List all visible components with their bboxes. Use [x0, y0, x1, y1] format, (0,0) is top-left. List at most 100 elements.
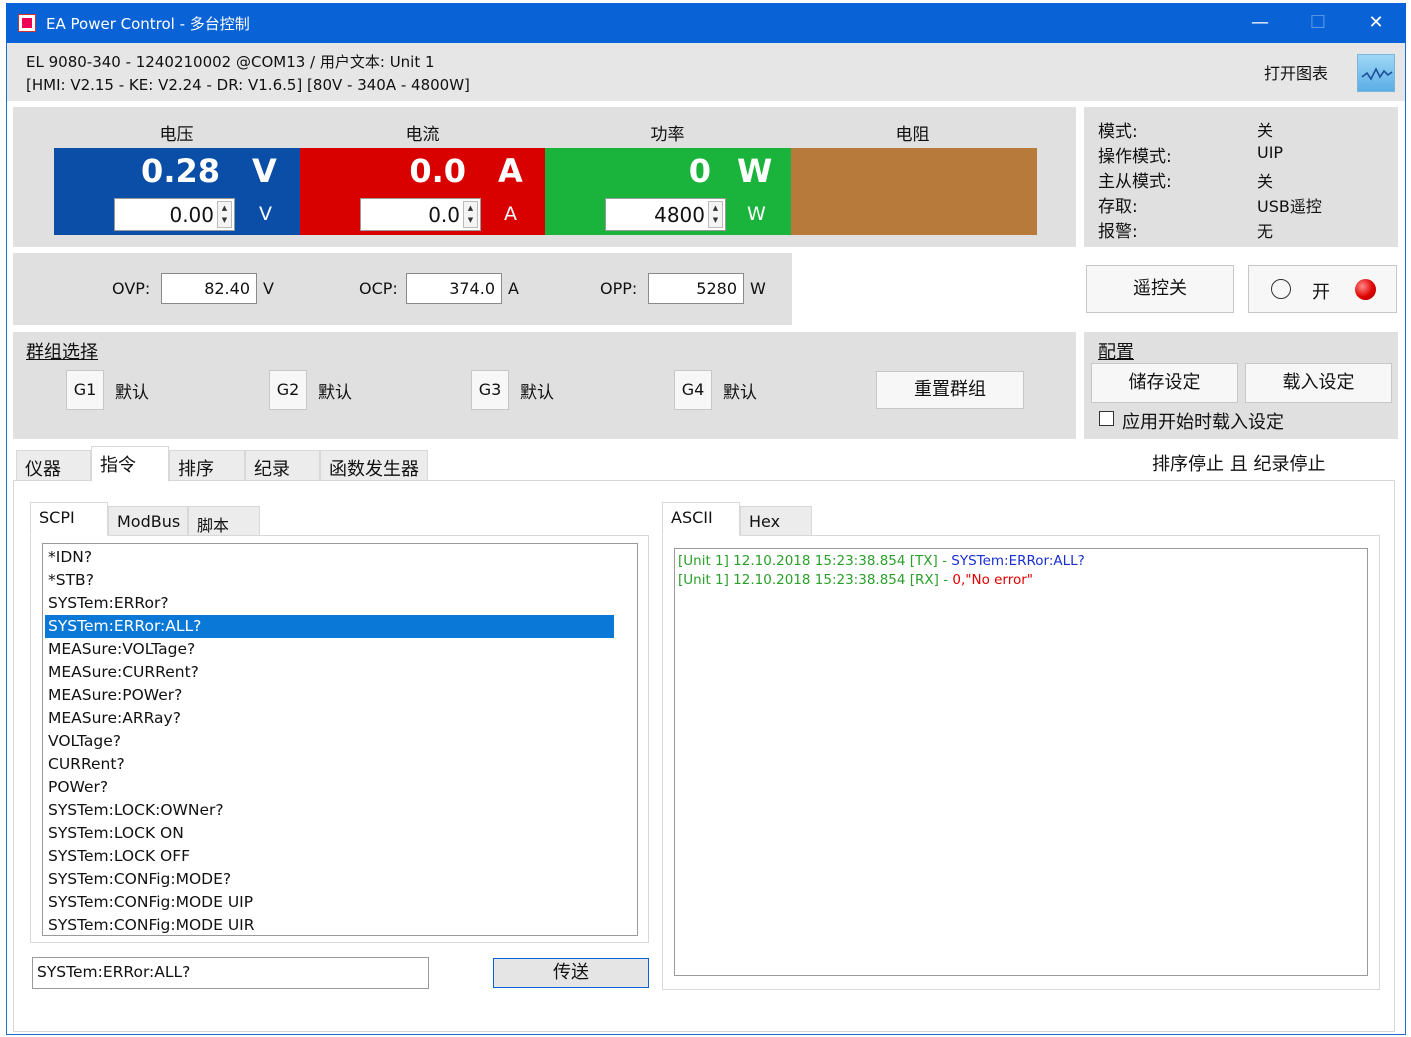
list-item[interactable]: SYSTem:CONFig:MODE?	[45, 868, 614, 891]
run-status-text: 排序停止 且 纪录停止	[1152, 454, 1326, 475]
list-item[interactable]: SYSTem:LOCK ON	[45, 822, 614, 845]
autoload-label: 应用开始时载入设定	[1122, 412, 1284, 433]
ovp-field[interactable]: 82.40	[161, 273, 257, 304]
list-item[interactable]: *IDN?	[45, 546, 614, 569]
list-item[interactable]: SYSTem:LOCK OFF	[45, 845, 614, 868]
current-set-input[interactable]: 0.0 ▲ ▼	[360, 198, 481, 231]
command-list[interactable]: *IDN? *STB? SYSTem:ERRor? SYSTem:ERRor:A…	[42, 543, 638, 936]
master-slave-value: 关	[1257, 172, 1274, 191]
current-unit: A	[498, 152, 523, 190]
power-spin-icon[interactable]: ▲ ▼	[708, 201, 723, 228]
subtab-modbus[interactable]: ModBus	[108, 506, 188, 536]
list-item[interactable]: MEASure:ARRay?	[45, 707, 614, 730]
list-item[interactable]: MEASure:VOLTage?	[45, 638, 614, 661]
list-item[interactable]: CURRent?	[45, 753, 614, 776]
voltage-label: 电压	[159, 125, 194, 145]
current-actual: 0.0	[409, 152, 466, 190]
group-title: 群组选择	[26, 342, 98, 363]
power-label: 功率	[650, 125, 685, 145]
power-set-unit: W	[747, 203, 766, 225]
config-title: 配置	[1098, 342, 1134, 363]
reset-groups-button[interactable]: 重置群组	[876, 371, 1024, 409]
log-message: SYSTem:ERRor:ALL?	[951, 553, 1085, 569]
master-slave-label: 主从模式:	[1098, 172, 1172, 192]
access-value: USB遥控	[1257, 197, 1322, 216]
ocp-label: OCP:	[359, 279, 398, 298]
voltage-unit: V	[252, 152, 277, 190]
send-button[interactable]: 传送	[493, 958, 649, 988]
ovp-label: OVP:	[112, 279, 151, 298]
list-item[interactable]: SYSTem:ERRor?	[45, 592, 614, 615]
log-tab-ascii[interactable]: ASCII	[662, 502, 740, 536]
group-g4-button[interactable]: G4	[674, 370, 712, 410]
opmode-label: 操作模式:	[1098, 147, 1172, 167]
group-g3-button[interactable]: G3	[471, 370, 509, 410]
tab-function-generator[interactable]: 函数发生器	[320, 450, 428, 481]
minimize-button[interactable]: —	[1232, 3, 1288, 43]
output-on-label: 开	[1312, 282, 1330, 303]
group-g2-name: 默认	[318, 383, 352, 403]
list-item[interactable]: SYSTem:LOCK:OWNer?	[45, 799, 614, 822]
list-item[interactable]: SYSTem:CONFig:MODE UIP	[45, 891, 614, 914]
mode-label: 模式:	[1098, 122, 1138, 142]
voltage-display: 0.28 V 0.00 ▲ ▼ V	[54, 148, 300, 235]
output-on-button[interactable]: 开	[1248, 265, 1397, 313]
log-line: [Unit 1] 12.10.2018 15:23:38.854 [RX] - …	[678, 572, 1033, 588]
opp-field[interactable]: 5280	[648, 273, 744, 304]
open-chart-label[interactable]: 打开图表	[1264, 60, 1328, 84]
group-g1-button[interactable]: G1	[66, 370, 104, 410]
load-settings-button[interactable]: 载入设定	[1245, 363, 1392, 403]
command-input[interactable]: SYSTem:ERRor:ALL?	[32, 957, 429, 989]
device-id-text: EL 9080-340 - 1240210002 @COM13 / 用户文本: …	[26, 53, 435, 71]
tab-commands[interactable]: 指令	[91, 446, 169, 482]
subtab-script[interactable]: 脚本	[188, 506, 260, 536]
list-item-selected[interactable]: SYSTem:ERRor:ALL?	[45, 615, 614, 638]
subtab-scpi[interactable]: SCPI	[30, 502, 108, 536]
maximize-button[interactable]: ☐	[1290, 3, 1346, 43]
opmode-value: UIP	[1257, 143, 1284, 162]
group-g1-name: 默认	[115, 383, 149, 403]
current-set-unit: A	[504, 203, 517, 225]
log-line: [Unit 1] 12.10.2018 15:23:38.854 [TX] - …	[678, 553, 1085, 569]
title-bar: EA Power Control - 多台控制 — ☐ ✕	[6, 3, 1406, 43]
save-settings-button[interactable]: 储存设定	[1091, 363, 1238, 403]
log-output[interactable]: [Unit 1] 12.10.2018 15:23:38.854 [TX] - …	[674, 548, 1368, 976]
resistance-display	[791, 148, 1037, 235]
current-set-value: 0.0	[428, 203, 460, 227]
chart-icon[interactable]	[1357, 54, 1395, 92]
group-g2-button[interactable]: G2	[269, 370, 307, 410]
power-set-input[interactable]: 4800 ▲ ▼	[605, 198, 726, 231]
alarm-value: 无	[1257, 222, 1274, 241]
voltage-spin-icon[interactable]: ▲ ▼	[217, 201, 232, 228]
list-item[interactable]: VOLTage?	[45, 730, 614, 753]
list-item[interactable]: MEASure:POWer?	[45, 684, 614, 707]
list-item[interactable]: *STB?	[45, 569, 614, 592]
voltage-set-unit: V	[259, 203, 272, 225]
resistance-label: 电阻	[895, 125, 930, 145]
current-label: 电流	[405, 125, 440, 145]
list-item[interactable]: POWer?	[45, 776, 614, 799]
voltage-actual: 0.28	[141, 152, 220, 190]
device-version-text: [HMI: V2.15 - KE: V2.24 - DR: V1.6.5] [8…	[26, 76, 470, 94]
list-item[interactable]: MEASure:CURRent?	[45, 661, 614, 684]
voltage-set-input[interactable]: 0.00 ▲ ▼	[114, 198, 235, 231]
opp-label: OPP:	[600, 279, 638, 298]
power-display: 0 W 4800 ▲ ▼ W	[545, 148, 791, 235]
autoload-checkbox[interactable]	[1099, 411, 1114, 426]
group-g4-name: 默认	[723, 383, 757, 403]
close-button[interactable]: ✕	[1348, 3, 1404, 43]
tab-instrument[interactable]: 仪器	[16, 450, 91, 481]
ovp-unit: V	[263, 279, 274, 298]
voltage-set-value: 0.00	[169, 203, 214, 227]
radio-icon	[1271, 279, 1291, 299]
alarm-label: 报警:	[1098, 222, 1138, 242]
remote-off-button[interactable]: 遥控关	[1086, 265, 1234, 313]
log-prefix: [Unit 1] 12.10.2018 15:23:38.854 [RX] -	[678, 572, 953, 588]
list-item[interactable]: SYSTem:CONFig:MODE UIR	[45, 914, 614, 935]
ocp-field[interactable]: 374.0	[406, 273, 502, 304]
current-display: 0.0 A 0.0 ▲ ▼ A	[300, 148, 546, 235]
tab-logging[interactable]: 纪录	[245, 450, 320, 481]
current-spin-icon[interactable]: ▲ ▼	[463, 201, 478, 228]
tab-sequencing[interactable]: 排序	[169, 450, 245, 481]
log-tab-hex[interactable]: Hex	[740, 506, 812, 536]
